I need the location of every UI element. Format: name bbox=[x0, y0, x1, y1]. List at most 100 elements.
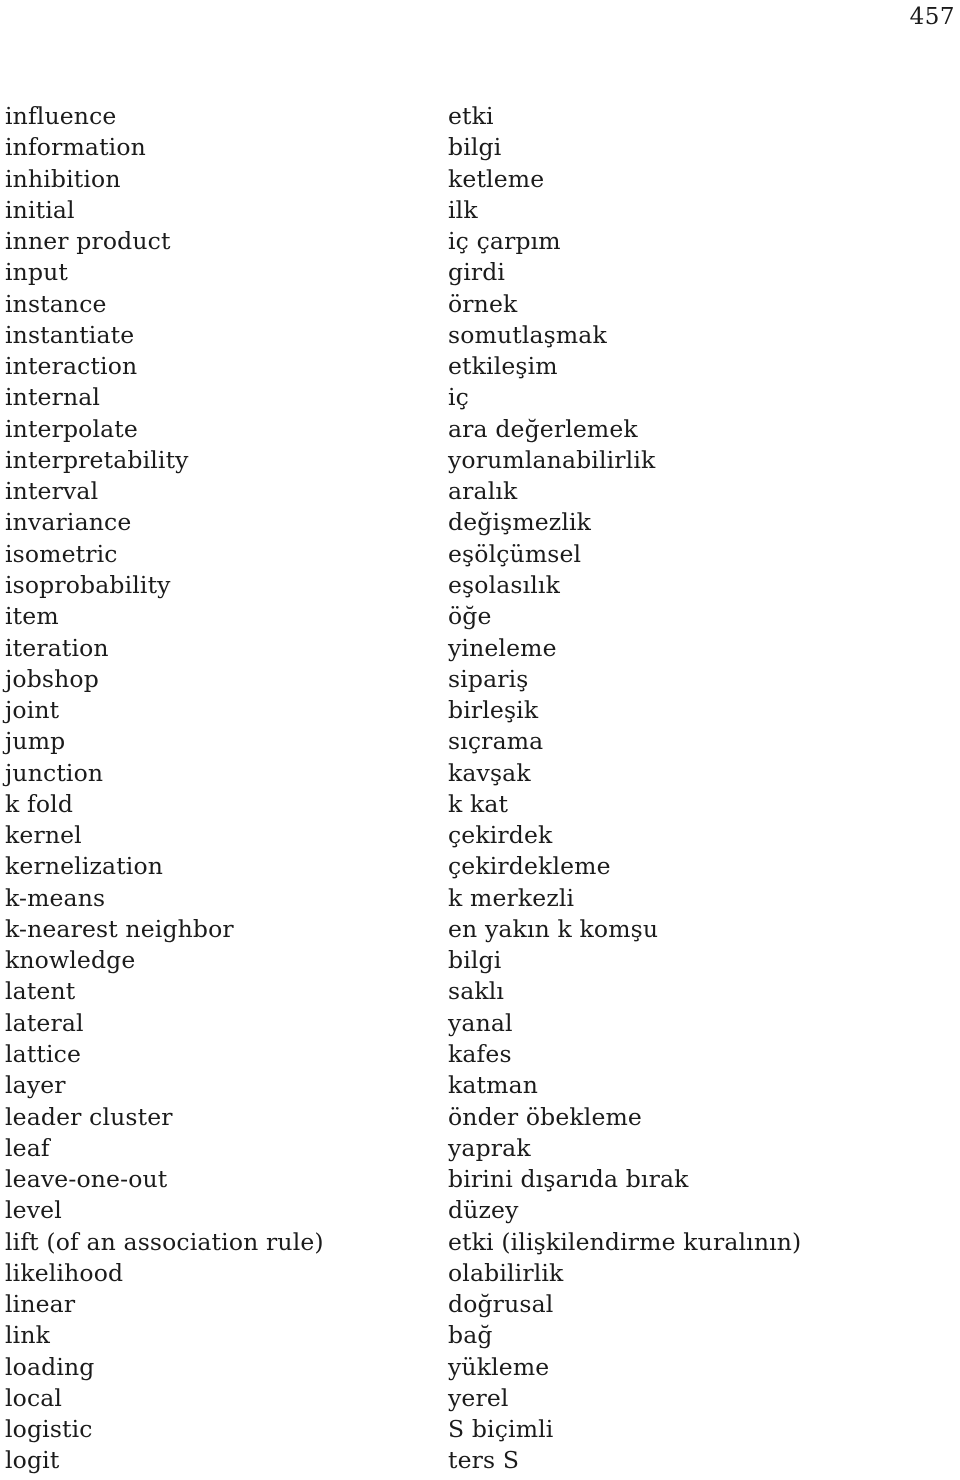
source-term: jobshop bbox=[5, 664, 99, 693]
target-term: somutlaşmak bbox=[448, 320, 607, 349]
glossary-entry: input girdi bbox=[0, 257, 960, 288]
glossary-entry: lateral yanal bbox=[0, 1008, 960, 1039]
glossary-entry: logit ters S bbox=[0, 1445, 960, 1476]
glossary-entry-list: influence etki information bilgi inhibition k… bbox=[0, 101, 960, 1477]
target-term: düzey bbox=[448, 1196, 519, 1225]
target-term: k merkezli bbox=[448, 883, 575, 912]
source-term: latent bbox=[5, 977, 76, 1006]
target-term: etki (ilişkilendirme kuralının) bbox=[448, 1227, 802, 1256]
glossary-entry: instantiate somutlaşmak bbox=[0, 320, 960, 351]
source-term: linear bbox=[5, 1290, 76, 1319]
target-term: iç bbox=[448, 383, 469, 412]
source-term: logit bbox=[5, 1446, 60, 1475]
glossary-entry: leave-one-out birini dışarıda bırak bbox=[0, 1164, 960, 1195]
target-term: girdi bbox=[448, 258, 506, 287]
glossary-entry: kernel çekirdek bbox=[0, 820, 960, 851]
target-term: ara değerlemek bbox=[448, 414, 638, 443]
target-term: önder öbekleme bbox=[448, 1102, 642, 1131]
glossary-entry: joint birleşik bbox=[0, 695, 960, 726]
source-term: jump bbox=[5, 727, 66, 756]
source-term: inner product bbox=[5, 227, 171, 256]
glossary-entry: leader cluster önder öbekleme bbox=[0, 1102, 960, 1133]
source-term: knowledge bbox=[5, 946, 136, 975]
source-term: interpolate bbox=[5, 414, 138, 443]
glossary-entry: inhibition ketleme bbox=[0, 164, 960, 195]
target-term: eşolasılık bbox=[448, 570, 560, 599]
glossary-entry: knowledge bilgi bbox=[0, 945, 960, 976]
target-term: sıçrama bbox=[448, 727, 544, 756]
target-term: S biçimli bbox=[448, 1415, 554, 1444]
glossary-entry: information bilgi bbox=[0, 132, 960, 163]
glossary-entry: isoprobability eşolasılık bbox=[0, 570, 960, 601]
target-term: etkileşim bbox=[448, 352, 558, 381]
glossary-entry: inner product iç çarpım bbox=[0, 226, 960, 257]
glossary-entry: latent saklı bbox=[0, 976, 960, 1007]
target-term: ketleme bbox=[448, 164, 545, 193]
source-term: information bbox=[5, 133, 146, 162]
target-term: çekirdekleme bbox=[448, 852, 611, 881]
source-term: instantiate bbox=[5, 320, 135, 349]
target-term: olabilirlik bbox=[448, 1258, 564, 1287]
target-term: yorumlanabilirlik bbox=[448, 445, 656, 474]
source-term: k-means bbox=[5, 883, 106, 912]
glossary-entry: leaf yaprak bbox=[0, 1133, 960, 1164]
source-term: lateral bbox=[5, 1008, 84, 1037]
target-term: değişmezlik bbox=[448, 508, 592, 537]
source-term: internal bbox=[5, 383, 101, 412]
glossary-entry: lift (of an association rule) etki (ilişk… bbox=[0, 1227, 960, 1258]
target-term: aralık bbox=[448, 477, 518, 506]
target-term: etki bbox=[448, 102, 494, 130]
target-term: iç çarpım bbox=[448, 227, 561, 256]
target-term: birleşik bbox=[448, 696, 539, 725]
target-term: bilgi bbox=[448, 946, 502, 975]
source-term: level bbox=[5, 1196, 62, 1225]
target-term: katman bbox=[448, 1071, 539, 1100]
source-term: input bbox=[5, 258, 69, 287]
target-term: eşölçümsel bbox=[448, 539, 582, 568]
target-term: bağ bbox=[448, 1321, 493, 1350]
glossary-entry: k-means k merkezli bbox=[0, 883, 960, 914]
source-term: local bbox=[5, 1383, 63, 1412]
source-term: likelihood bbox=[5, 1258, 124, 1287]
source-term: k fold bbox=[5, 789, 74, 818]
target-term: ters S bbox=[448, 1446, 520, 1475]
glossary-entry: jump sıçrama bbox=[0, 726, 960, 757]
glossary-entry: k fold k kat bbox=[0, 789, 960, 820]
source-term: leave-one-out bbox=[5, 1165, 168, 1194]
glossary-entry: initial ilk bbox=[0, 195, 960, 226]
source-term: interpretability bbox=[5, 445, 189, 474]
target-term: çekirdek bbox=[448, 821, 553, 850]
glossary-entry: junction kavşak bbox=[0, 758, 960, 789]
target-term: örnek bbox=[448, 289, 518, 318]
source-term: junction bbox=[5, 758, 104, 787]
glossary-entry: lattice kafes bbox=[0, 1039, 960, 1070]
page-number: 457 bbox=[909, 4, 955, 30]
glossary-entry: interpretability yorumlanabilirlik bbox=[0, 445, 960, 476]
target-term: en yakın k komşu bbox=[448, 914, 659, 943]
glossary-entry: local yerel bbox=[0, 1383, 960, 1414]
source-term: link bbox=[5, 1321, 51, 1350]
target-term: doğrusal bbox=[448, 1290, 554, 1319]
source-term: interval bbox=[5, 477, 99, 506]
target-term: sipariş bbox=[448, 664, 529, 693]
glossary-entry: loading yükleme bbox=[0, 1352, 960, 1383]
glossary-entry: linear doğrusal bbox=[0, 1289, 960, 1320]
source-term: invariance bbox=[5, 508, 132, 537]
glossary-entry: instance örnek bbox=[0, 289, 960, 320]
glossary-entry: likelihood olabilirlik bbox=[0, 1258, 960, 1289]
glossary-entry: kernelization çekirdekleme bbox=[0, 851, 960, 882]
source-term: instance bbox=[5, 289, 107, 318]
target-term: bilgi bbox=[448, 133, 502, 162]
source-term: item bbox=[5, 602, 59, 631]
source-term: loading bbox=[5, 1352, 95, 1381]
glossary-entry: interpolate ara değerlemek bbox=[0, 414, 960, 445]
glossary-entry: influence etki bbox=[0, 101, 960, 132]
source-term: kernelization bbox=[5, 852, 164, 881]
glossary-entry: item öğe bbox=[0, 601, 960, 632]
glossary-entry: logistic S biçimli bbox=[0, 1414, 960, 1445]
target-term: kavşak bbox=[448, 758, 531, 787]
source-term: leader cluster bbox=[5, 1102, 173, 1131]
glossary-entry: link bağ bbox=[0, 1320, 960, 1351]
source-term: layer bbox=[5, 1071, 66, 1100]
glossary-entry: interval aralık bbox=[0, 476, 960, 507]
